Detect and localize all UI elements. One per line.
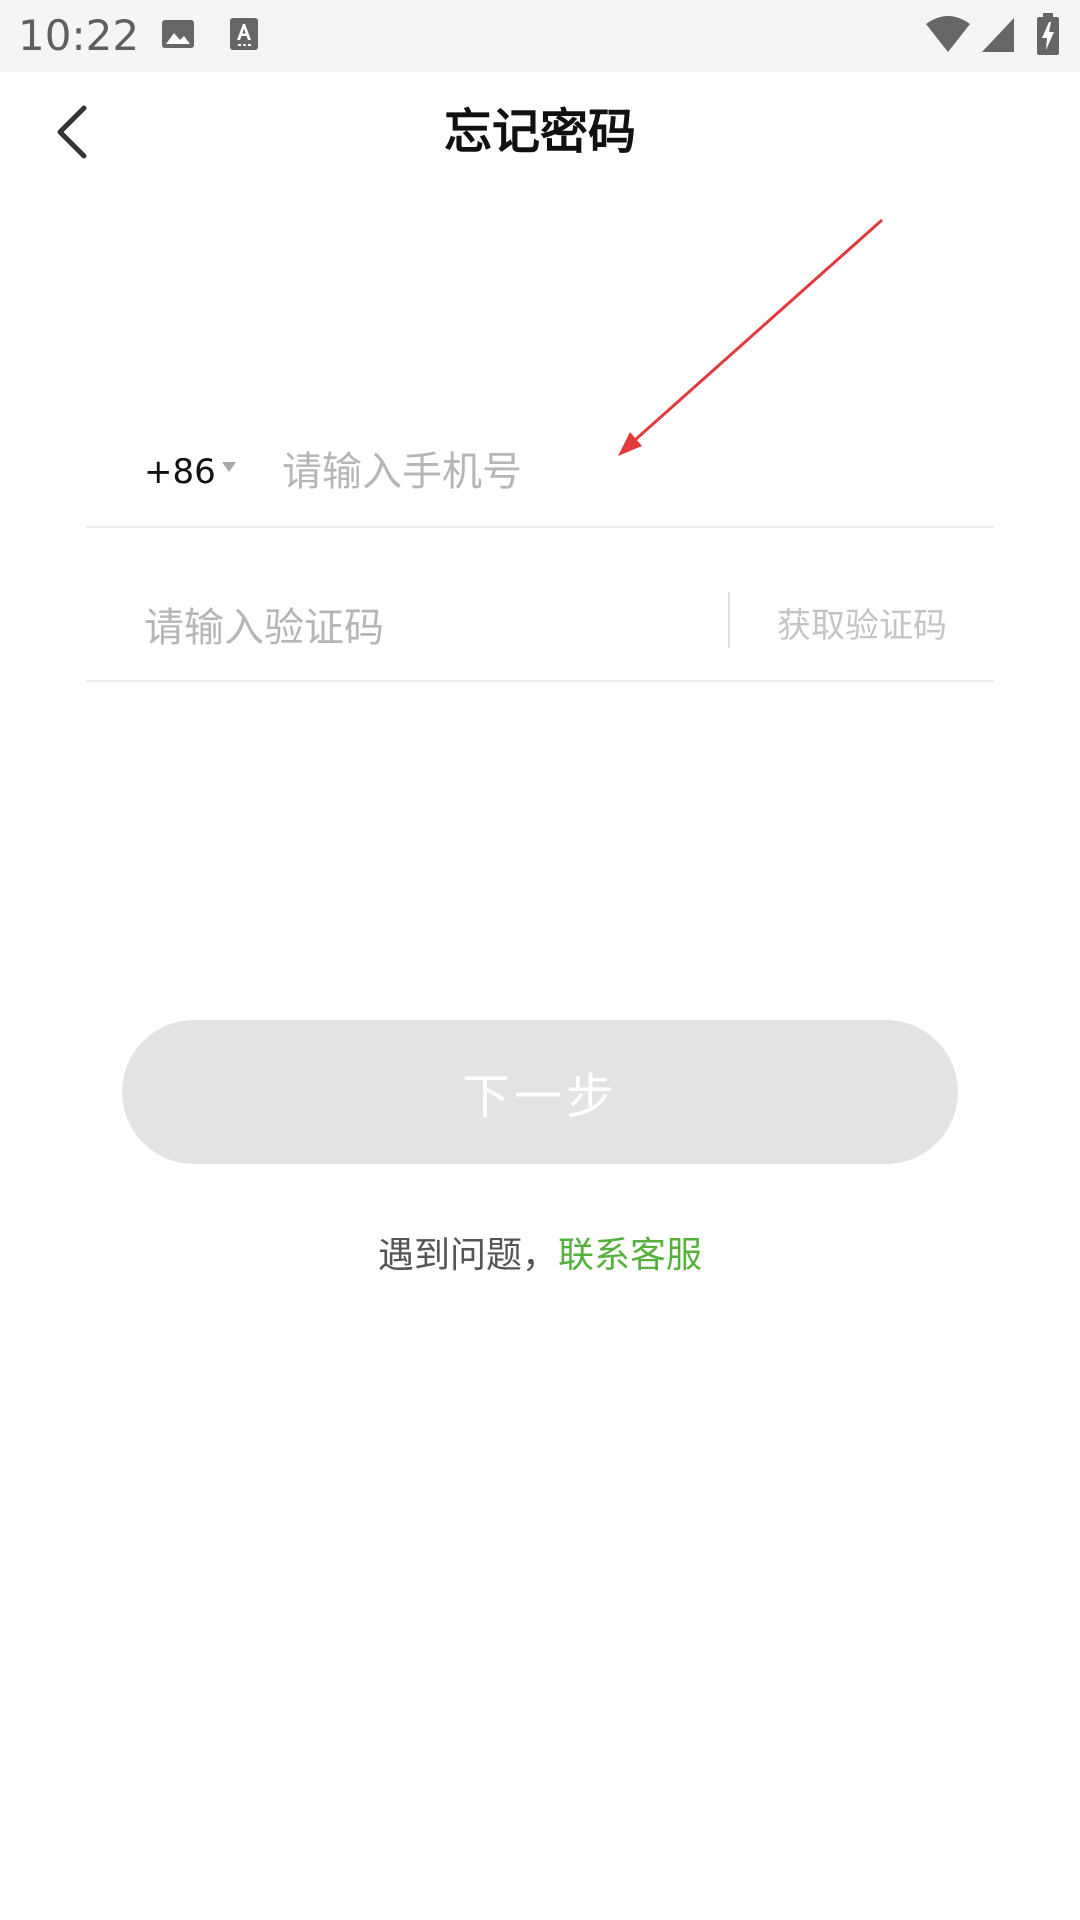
verification-code-input[interactable] bbox=[144, 592, 704, 664]
country-code-selector[interactable]: +86 bbox=[144, 442, 216, 502]
cell-signal-icon bbox=[982, 18, 1014, 52]
help-text: 遇到问题， bbox=[377, 1235, 558, 1276]
forgot-password-screen: 10:22 忘记密码 +86 请输入手机号 请输入验证码 获取验证码 下一步 遇… bbox=[0, 0, 1080, 1920]
text-recognition-icon bbox=[230, 18, 258, 50]
status-bar: 10:22 bbox=[0, 0, 1080, 72]
contact-support-link[interactable]: 联系客服 bbox=[558, 1235, 702, 1276]
gallery-icon bbox=[162, 20, 194, 48]
divider bbox=[728, 592, 730, 648]
get-code-button[interactable]: 获取验证码 bbox=[752, 596, 972, 656]
verification-code-row: 获取验证码 bbox=[86, 574, 994, 682]
page-title: 忘记密码 bbox=[443, 104, 636, 160]
dropdown-caret-icon[interactable] bbox=[222, 462, 236, 472]
battery-charging-icon bbox=[1037, 13, 1059, 55]
next-step-button[interactable]: 下一步 bbox=[122, 1020, 958, 1164]
phone-number-input[interactable] bbox=[282, 436, 902, 508]
wifi-icon bbox=[926, 16, 970, 52]
status-time: 10:22 bbox=[18, 11, 140, 60]
phone-number-row: +86 bbox=[86, 420, 994, 528]
help-row: 遇到问题，联系客服 bbox=[0, 1226, 1080, 1286]
